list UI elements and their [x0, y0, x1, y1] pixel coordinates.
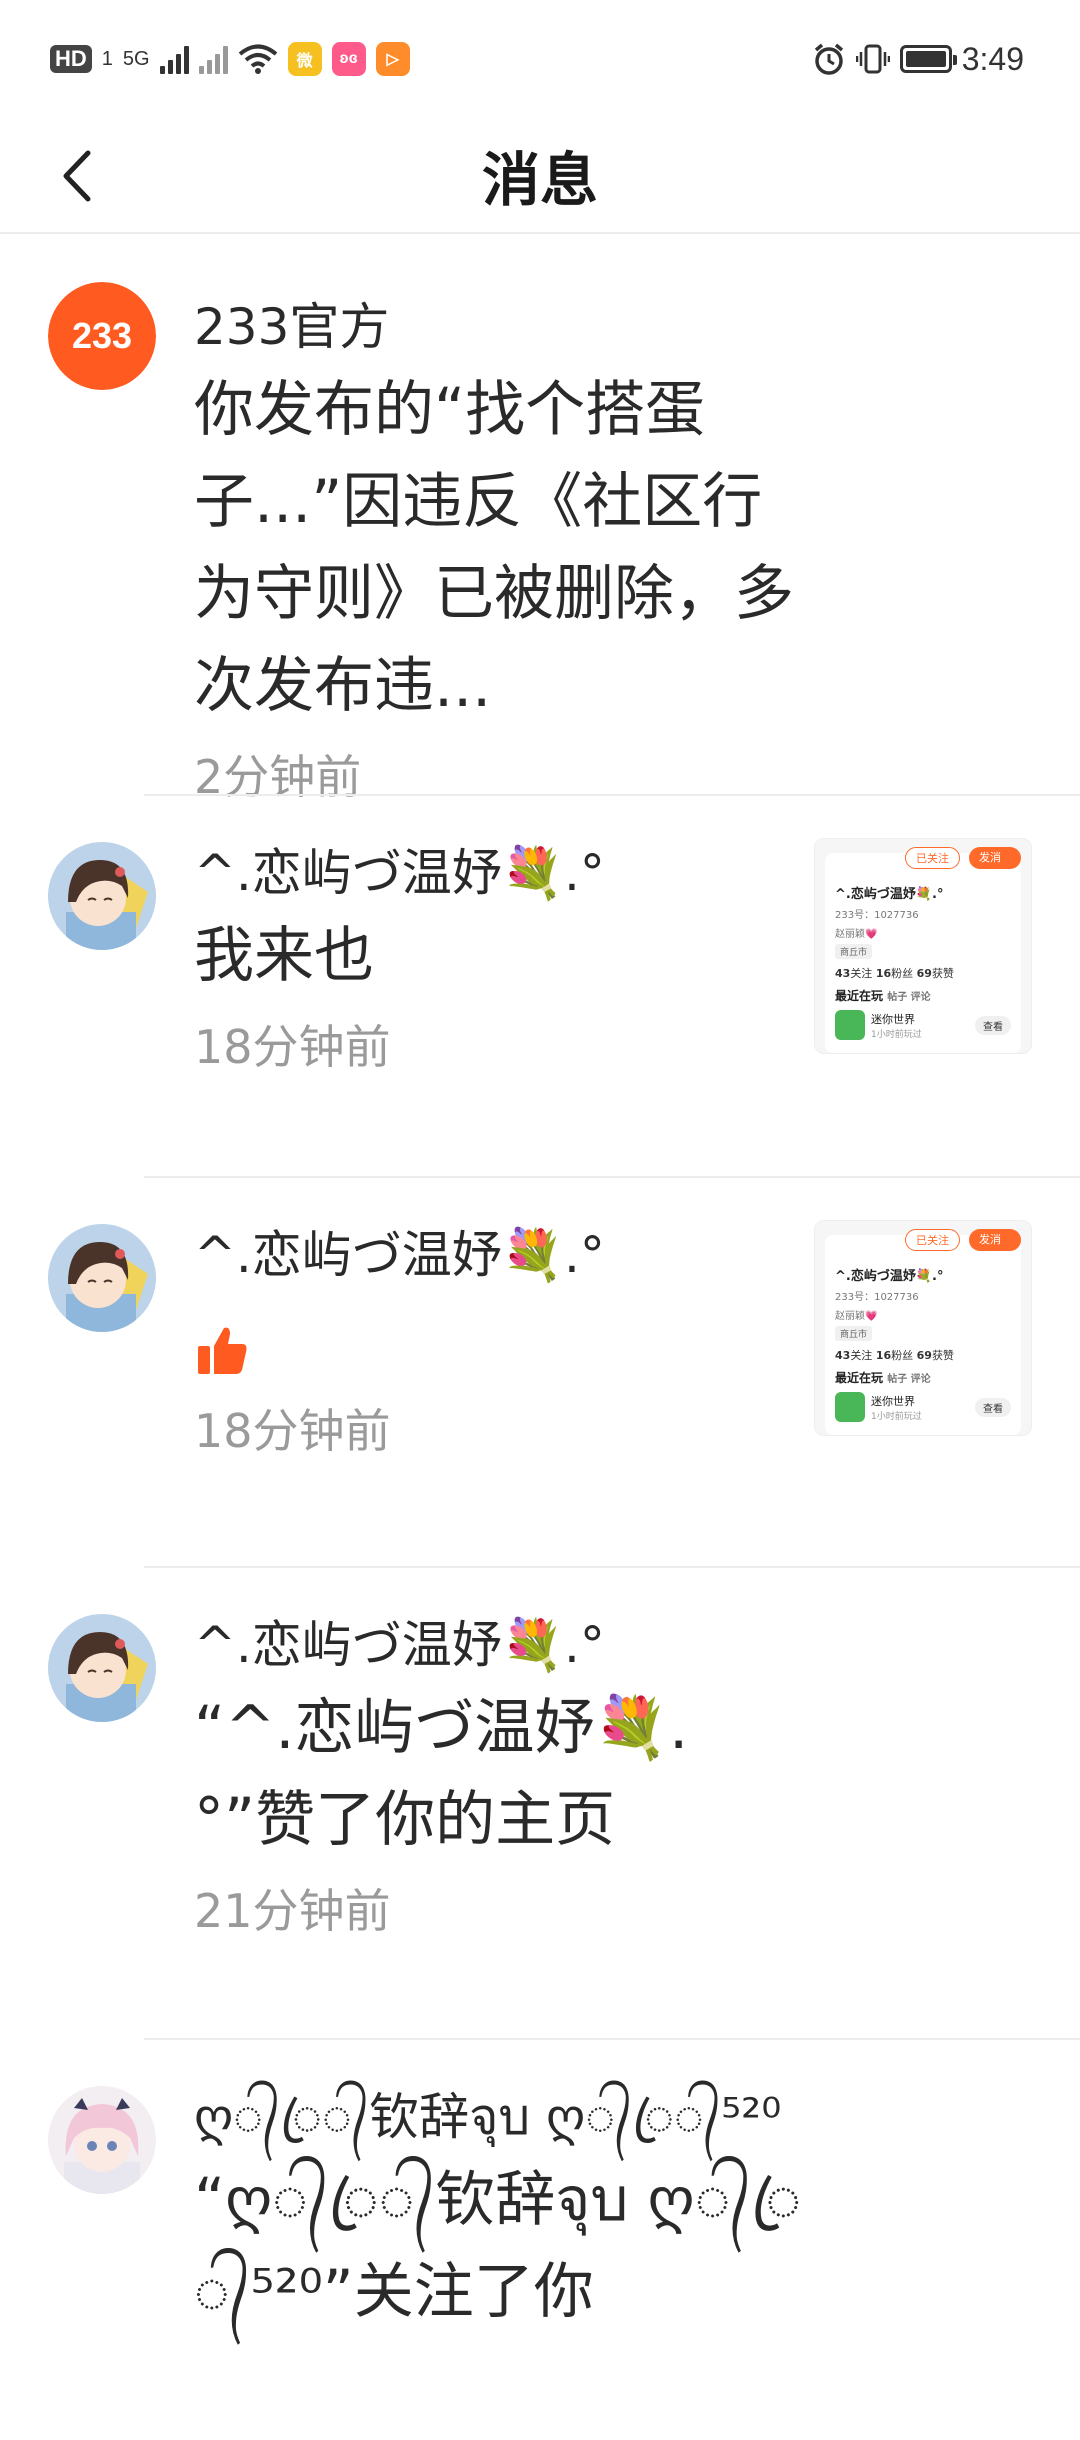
- wifi-icon: [238, 44, 277, 74]
- network-type: 5G: [122, 47, 150, 70]
- thumbs-up-icon: [198, 1327, 247, 1374]
- avatar[interactable]: [48, 2086, 156, 2194]
- thumb-game: 迷你世界 1小时前玩过 查看: [835, 1392, 1011, 1422]
- profile-thumbnail[interactable]: 已关注 发消息 ^.恋屿づ温妤💐.° 233号：1027736 赵丽颖💗 商丘市…: [814, 838, 1032, 1054]
- message-time: 18分钟前: [194, 1020, 391, 1074]
- thumb-stats: 43关注 16粉丝 69获赞: [835, 967, 954, 980]
- status-right: 3:49: [812, 41, 1024, 78]
- message-text: “ღ᭄ꦿ᭄钦辞จุบ ღ᭄ꦿ᭄⁵²⁰”关注了你: [194, 2165, 802, 2327]
- signal-icon: [159, 44, 189, 74]
- avatar[interactable]: [48, 842, 156, 950]
- message-text: 你发布的“找个搭蛋子...”因违反《社区行为守则》已被删除，多次发布违...: [194, 375, 794, 721]
- thumb-view-button: 查看: [975, 1015, 1011, 1035]
- message-body: ღ᭄ꦿ᭄钦辞จุบ ღ᭄ꦿ᭄⁵²⁰ “ღ᭄ꦿ᭄钦辞จุบ ღ᭄ꦿ᭄⁵²⁰”关注了…: [194, 2082, 804, 2440]
- thumb-id: 233号：1027736: [835, 1292, 919, 1303]
- battery-icon: [899, 45, 957, 73]
- message-item[interactable]: ^.恋屿づ温妤💐.° 我来也 18分钟前 已关注 发消息 ^.恋屿づ温妤💐.° …: [0, 796, 1080, 1178]
- thumb-city: 商丘市: [835, 1326, 873, 1341]
- avatar[interactable]: 233: [48, 282, 156, 390]
- thumb-stats: 43关注 16粉丝 69获赞: [835, 1349, 954, 1362]
- anime-avatar-image: [48, 1614, 156, 1722]
- avatar[interactable]: [48, 1224, 156, 1332]
- official-233-logo: 233: [48, 282, 156, 390]
- game-icon: [835, 1010, 865, 1040]
- sim-indicator: 1: [101, 47, 113, 70]
- thumb-tag: 赵丽颖💗: [835, 1311, 878, 1322]
- game-icon: [835, 1392, 865, 1422]
- sender-name: ^.恋屿づ温妤💐.°: [194, 1226, 605, 1284]
- thumb-view-button: 查看: [975, 1397, 1011, 1417]
- thumb-message-button: 发消息: [969, 1229, 1021, 1268]
- thumb-recent: 最近在玩 帖子 评论: [835, 989, 931, 1003]
- message-item[interactable]: ^.恋屿づ温妤💐.° 18分钟前 已关注 发消息 ^.恋屿づ温妤💐.° 233号…: [0, 1178, 1080, 1568]
- message-item[interactable]: ^.恋屿づ温妤💐.° “^.恋屿づ温妤💐.°”赞了你的主页 21分钟前: [0, 1568, 1080, 2040]
- message-time: 21分钟前: [194, 1884, 391, 1938]
- sender-name: ^.恋屿づ温妤💐.°: [194, 844, 605, 902]
- page-title: 消息: [481, 146, 598, 214]
- thumb-followed-button: 已关注: [905, 847, 960, 869]
- thumb-message-button: 发消息: [969, 847, 1021, 886]
- anime-avatar-image: [48, 842, 156, 950]
- message-body: 233官方 你发布的“找个搭蛋子...”因违反《社区行为守则》已被删除，多次发布…: [194, 278, 804, 804]
- message-list: 233 233官方 你发布的“找个搭蛋子...”因违反《社区行为守则》已被删除，…: [0, 236, 1080, 2440]
- thumb-id: 233号：1027736: [835, 910, 919, 921]
- profile-card-preview: 已关注 发消息 ^.恋屿づ温妤💐.° 233号：1027736 赵丽颖💗 商丘市…: [825, 1229, 1021, 1435]
- message-body: ^.恋屿づ温妤💐.° 我来也 18分钟前: [194, 838, 804, 1178]
- message-item[interactable]: ღ᭄ꦿ᭄钦辞จุบ ღ᭄ꦿ᭄⁵²⁰ “ღ᭄ꦿ᭄钦辞จุบ ღ᭄ꦿ᭄⁵²⁰”关注了…: [0, 2040, 1080, 2440]
- status-left: HD 1 5G 微 ʚɞ ▷: [50, 42, 410, 76]
- play-app-icon: ▷: [375, 42, 410, 76]
- vibrate-icon: [855, 44, 890, 74]
- hd-indicator: HD: [50, 45, 92, 73]
- message-text: “^.恋屿づ温妤💐.°”赞了你的主页: [194, 1693, 689, 1855]
- sender-name: 233官方: [194, 298, 390, 356]
- message-text: 我来也: [194, 921, 374, 991]
- avatar-text: 233: [72, 315, 132, 356]
- chevron-left-icon: [63, 150, 91, 202]
- sender-name: ^.恋屿づ温妤💐.°: [194, 1616, 605, 1674]
- message-time: 18分钟前: [194, 1404, 391, 1458]
- alarm-icon: [814, 43, 843, 75]
- profile-card-preview: 已关注 发消息 ^.恋屿づ温妤💐.° 233号：1027736 赵丽颖💗 商丘市…: [825, 847, 1021, 1053]
- message-body: ^.恋屿づ温妤💐.° “^.恋屿づ温妤💐.°”赞了你的主页 21分钟前: [194, 1610, 804, 2040]
- message-item[interactable]: 233 233官方 你发布的“找个搭蛋子...”因违反《社区行为守则》已被删除，…: [0, 236, 1080, 804]
- thumb-city: 商丘市: [835, 944, 873, 959]
- avatar[interactable]: [48, 1614, 156, 1722]
- sender-name: ღ᭄ꦿ᭄钦辞จุบ ღ᭄ꦿ᭄⁵²⁰: [194, 2088, 782, 2146]
- status-time: 3:49: [961, 40, 1024, 77]
- profile-thumbnail[interactable]: 已关注 发消息 ^.恋屿づ温妤💐.° 233号：1027736 赵丽颖💗 商丘市…: [814, 1220, 1032, 1436]
- thumb-tag: 赵丽颖💗: [835, 929, 878, 940]
- anime-avatar-image: [48, 1224, 156, 1332]
- top-nav-bar: 消息: [0, 118, 1080, 234]
- thumb-recent: 最近在玩 帖子 评论: [835, 1371, 931, 1385]
- weibo-icon: 微: [287, 42, 322, 76]
- message-body: ^.恋屿づ温妤💐.° 18分钟前: [194, 1220, 804, 1568]
- pink-app-icon: ʚɞ: [331, 42, 366, 76]
- status-bar: HD 1 5G 微 ʚɞ ▷ 3:49: [0, 0, 1080, 118]
- message-like: [194, 1314, 804, 1386]
- thumb-followed-button: 已关注: [905, 1229, 960, 1251]
- back-button[interactable]: [48, 146, 108, 206]
- thumb-game: 迷你世界 1小时前玩过 查看: [835, 1010, 1011, 1040]
- anime-avatar-image: [48, 2086, 156, 2194]
- signal-2-icon: [198, 44, 228, 74]
